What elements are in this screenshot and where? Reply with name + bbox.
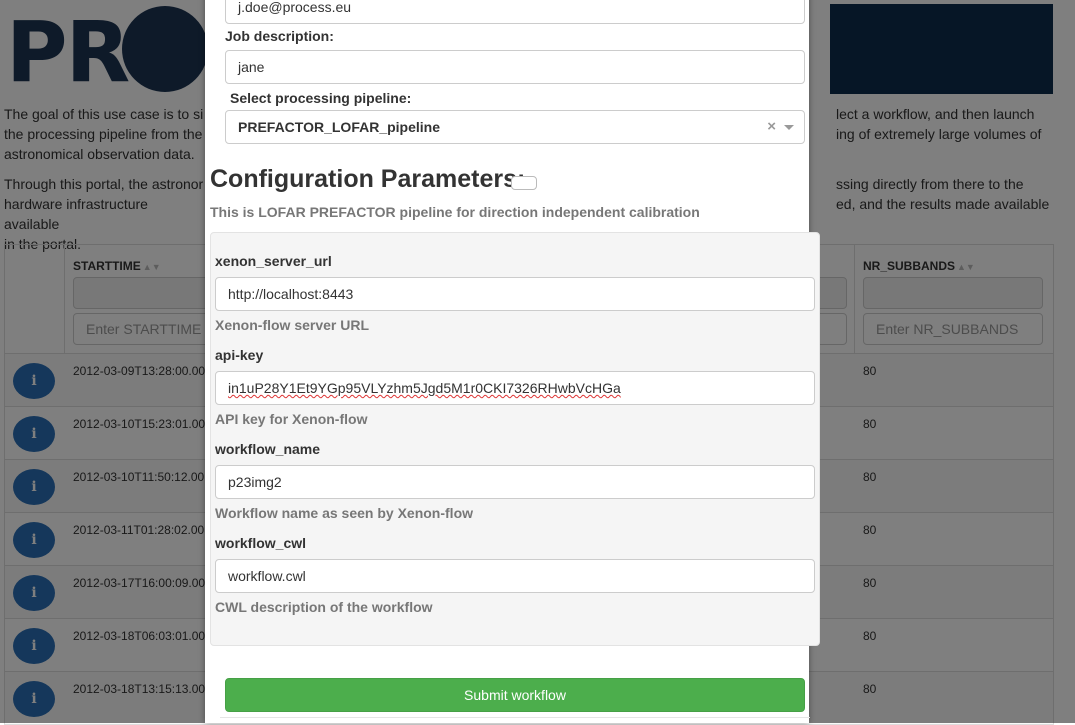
workflow-cwl-field[interactable]: workflow.cwl [215, 559, 815, 593]
pipeline-label: Select processing pipeline: [230, 90, 412, 106]
param-label: xenon_server_url [215, 253, 332, 269]
config-parameters-panel: xenon_server_url http://localhost:8443 X… [210, 232, 820, 646]
param-help: CWL description of the workflow [215, 599, 433, 615]
xenon-server-url-field[interactable]: http://localhost:8443 [215, 277, 815, 311]
param-help: Xenon-flow server URL [215, 317, 370, 333]
workflow-name-field[interactable]: p23img2 [215, 465, 815, 499]
submit-workflow-modal: j.doe@process.eu Job description: jane S… [205, 0, 820, 723]
email-field[interactable]: j.doe@process.eu [225, 0, 805, 24]
param-label: api-key [215, 347, 264, 363]
modal-footer-divider [220, 717, 810, 718]
config-description: This is LOFAR PREFACTOR pipeline for dir… [210, 204, 700, 220]
pipeline-select[interactable]: PREFACTOR_LOFAR_pipeline × [225, 110, 805, 144]
clear-icon[interactable]: × [767, 118, 776, 135]
pipeline-select-value: PREFACTOR_LOFAR_pipeline [238, 119, 440, 135]
job-description-field[interactable]: jane [225, 50, 805, 84]
param-label: workflow_name [215, 441, 321, 457]
job-description-label: Job description: [225, 28, 334, 44]
param-help: Workflow name as seen by Xenon-flow [215, 505, 474, 521]
param-help: API key for Xenon-flow [215, 411, 368, 427]
api-key-field[interactable]: in1uP28Y1Et9YGp95VLYzhm5Jgd5M1r0CKI7326R… [215, 371, 815, 405]
config-title: Configuration Parameters: [210, 165, 526, 193]
submit-workflow-button[interactable]: Submit workflow [225, 678, 805, 712]
param-label: workflow_cwl [215, 535, 307, 551]
config-toggle-button[interactable] [511, 176, 537, 190]
chevron-down-icon[interactable] [784, 125, 794, 130]
